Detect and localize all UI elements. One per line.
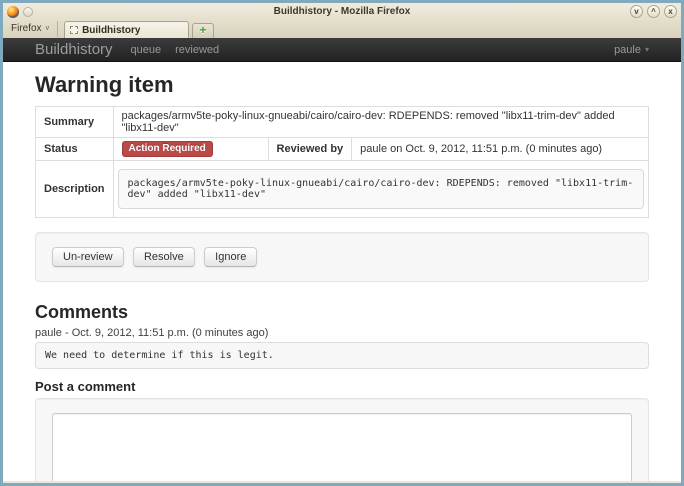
firefox-menu-button[interactable]: Firefox v xyxy=(7,21,58,37)
status-badge: Action Required xyxy=(122,141,213,157)
comments-heading: Comments xyxy=(35,302,649,323)
maximize-icon[interactable]: ^ xyxy=(647,5,660,18)
nav-link-reviewed[interactable]: reviewed xyxy=(175,44,219,56)
resolve-button[interactable]: Resolve xyxy=(133,247,195,267)
firefox-icon xyxy=(7,6,19,18)
new-tab-button[interactable]: + xyxy=(192,23,214,38)
comment-item: paule - Oct. 9, 2012, 11:51 p.m. (0 minu… xyxy=(35,327,649,369)
firefox-menu-label: Firefox xyxy=(11,23,42,34)
post-comment-panel: Post xyxy=(35,398,649,481)
tab-favicon-icon xyxy=(70,26,78,34)
summary-label: Summary xyxy=(36,107,114,138)
ignore-button[interactable]: Ignore xyxy=(204,247,257,267)
table-row: Summary packages/armv5te-poky-linux-gnue… xyxy=(36,107,649,138)
tab-buildhistory[interactable]: Buildhistory xyxy=(64,21,189,38)
page-title: Warning item xyxy=(35,72,649,98)
close-icon[interactable]: x xyxy=(664,5,677,18)
app-navbar: Buildhistory queue reviewed paule ▾ xyxy=(3,38,681,62)
page-viewport: Buildhistory queue reviewed paule ▾ Warn… xyxy=(3,38,681,481)
table-row: Description packages/armv5te-poky-linux-… xyxy=(36,161,649,218)
user-menu-label: paule xyxy=(614,44,641,56)
comment-text: We need to determine if this is legit. xyxy=(35,342,649,369)
reviewed-by-value: paule on Oct. 9, 2012, 11:51 p.m. (0 min… xyxy=(352,138,649,161)
warning-details-table: Summary packages/armv5te-poky-linux-gnue… xyxy=(35,106,649,218)
tab-title: Buildhistory xyxy=(82,25,140,36)
description-label: Description xyxy=(36,161,114,218)
description-code: packages/armv5te-poky-linux-gnueabi/cair… xyxy=(118,169,644,209)
nav-link-queue[interactable]: queue xyxy=(131,44,162,56)
chevron-down-icon: ▾ xyxy=(645,45,649,54)
summary-value: packages/armv5te-poky-linux-gnueabi/cair… xyxy=(113,107,648,138)
window-title: Buildhistory - Mozilla Firefox xyxy=(3,6,681,17)
firefox-window: Buildhistory - Mozilla Firefox v ^ x Fir… xyxy=(0,0,684,486)
unreview-button[interactable]: Un-review xyxy=(52,247,124,267)
chevron-down-icon: v xyxy=(46,25,50,32)
user-menu[interactable]: paule ▾ xyxy=(614,44,649,56)
window-titlebar: Buildhistory - Mozilla Firefox v ^ x xyxy=(3,3,681,20)
comment-meta: paule - Oct. 9, 2012, 11:51 p.m. (0 minu… xyxy=(35,327,649,339)
post-comment-heading: Post a comment xyxy=(35,379,649,394)
status-label: Status xyxy=(36,138,114,161)
comment-input[interactable] xyxy=(52,413,632,481)
page-content: Warning item Summary packages/armv5te-po… xyxy=(3,62,681,481)
table-row: Status Action Required Reviewed by paule… xyxy=(36,138,649,161)
navbar-brand[interactable]: Buildhistory xyxy=(35,41,113,58)
browser-tabstrip: Firefox v Buildhistory + xyxy=(3,20,681,38)
reviewed-by-label: Reviewed by xyxy=(268,138,352,161)
minimize-icon[interactable]: v xyxy=(630,5,643,18)
actions-panel: Un-review Resolve Ignore xyxy=(35,232,649,282)
titlebar-pin-button[interactable] xyxy=(23,7,33,17)
